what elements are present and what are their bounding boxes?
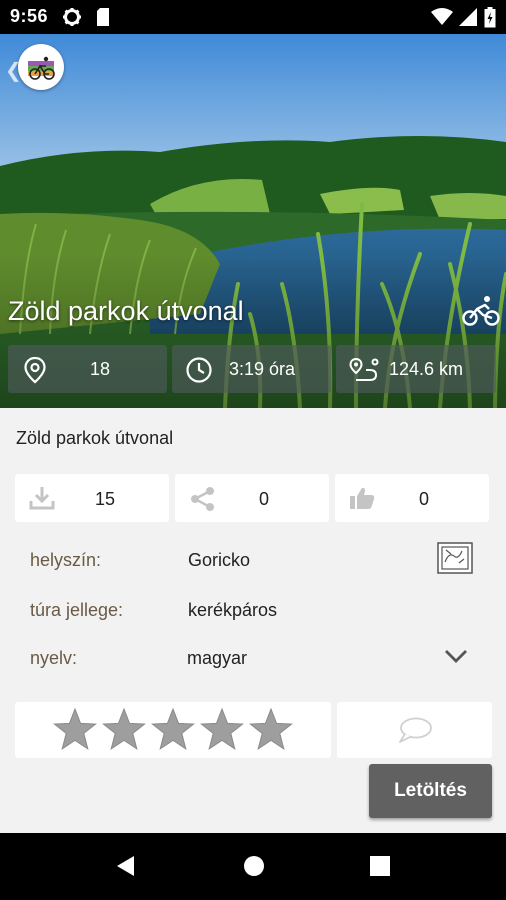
route-details: Zöld parkok útvonal 15 0 0 helyszín: Gor… — [0, 408, 506, 833]
tour-type-value: kerékpáros — [188, 600, 278, 620]
app-logo[interactable] — [18, 44, 64, 90]
star-icon-2[interactable] — [101, 706, 147, 752]
hero-image: ❮ Zöld parkok útvonal 18 3:19 óra 124.6 … — [0, 34, 506, 408]
location-pin-icon — [24, 356, 46, 384]
bicycle-icon — [462, 296, 500, 326]
stat-points-value: 18 — [90, 359, 111, 379]
status-bar: 9:56 — [0, 0, 506, 34]
comment-icon — [399, 717, 432, 743]
star-icon-1[interactable] — [52, 706, 98, 752]
battery-icon — [484, 7, 496, 28]
cycling-logo-icon — [28, 56, 55, 80]
star-icon-4[interactable] — [199, 706, 245, 752]
gear-icon — [63, 8, 81, 26]
download-icon — [29, 487, 55, 510]
language-value[interactable]: magyar — [187, 648, 247, 669]
stat-duration-value: 3:19 óra — [229, 359, 296, 379]
home-icon[interactable] — [241, 853, 267, 879]
navigation-bar — [0, 833, 506, 900]
downloads-counter[interactable]: 15 — [15, 474, 169, 522]
likes-counter[interactable]: 0 — [335, 474, 489, 522]
star-icon-5[interactable] — [248, 706, 294, 752]
wifi-icon — [431, 8, 453, 25]
stat-duration: 3:19 óra — [172, 345, 331, 393]
location-value: Goricko — [188, 550, 251, 570]
stat-points: 18 — [8, 345, 167, 393]
route-distance-icon — [349, 357, 379, 381]
tour-type-label: túra jellege: — [30, 600, 124, 620]
sd-card-icon — [97, 8, 109, 26]
comment-button[interactable] — [337, 702, 492, 758]
rating-stars[interactable] — [15, 702, 331, 758]
likes-count: 0 — [419, 489, 430, 509]
status-time: 9:56 — [10, 6, 49, 26]
star-icon-3[interactable] — [150, 706, 196, 752]
shares-counter[interactable]: 0 — [175, 474, 329, 522]
recents-icon[interactable] — [367, 853, 393, 879]
thumbs-up-icon — [350, 487, 375, 509]
download-button[interactable]: Letöltés — [369, 764, 492, 818]
map-icon[interactable] — [437, 542, 473, 574]
route-title: Zöld parkok útvonal — [8, 296, 244, 326]
downloads-count: 15 — [95, 489, 116, 509]
clock-icon — [186, 357, 212, 383]
stat-distance-value: 124.6 km — [389, 359, 464, 379]
signal-icon — [459, 8, 477, 26]
stat-distance: 124.6 km — [336, 345, 496, 393]
share-icon — [191, 487, 214, 511]
chevron-down-icon[interactable] — [444, 648, 468, 664]
route-subtitle: Zöld parkok útvonal — [16, 428, 174, 448]
language-label: nyelv: — [30, 648, 78, 668]
shares-count: 0 — [259, 489, 270, 509]
back-icon[interactable] — [113, 853, 139, 879]
location-label: helyszín: — [30, 550, 102, 570]
